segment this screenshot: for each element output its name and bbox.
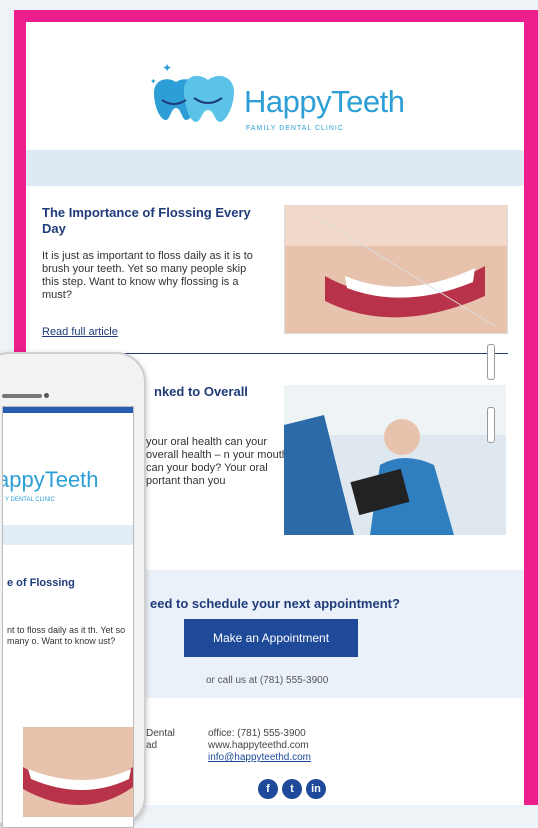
phone-camera [44, 393, 49, 398]
footer-address-line: Dental [146, 728, 175, 739]
phone-smile-image [23, 727, 133, 817]
facebook-icon[interactable]: f [258, 779, 278, 799]
scroll-handle[interactable] [487, 407, 495, 443]
svg-text:✦: ✦ [162, 61, 172, 75]
linkedin-icon[interactable]: in [306, 779, 326, 799]
phone-brand-tagline: Y DENTAL CLINIC [5, 497, 55, 503]
scroll-handle[interactable] [487, 344, 495, 380]
footer-office: office: (781) 555-3900 [208, 728, 306, 739]
article-1-title: The Importance of Flossing Every Day [42, 205, 251, 236]
dentist-patient-image [284, 385, 506, 535]
make-appointment-button[interactable]: Make an Appointment [184, 619, 358, 657]
phone-band [3, 525, 133, 545]
article-1-body: It is just as important to floss daily a… [42, 250, 253, 301]
footer-website: www.happyteethd.com [208, 740, 309, 751]
article-2-body: your oral health can your overall health… [146, 436, 288, 487]
footer-address: Dental ad [146, 728, 175, 752]
cta-title: eed to schedule your next appointment? [150, 596, 400, 611]
svg-text:✦: ✦ [150, 77, 157, 86]
tooth-logo-icon: ✦ ✦ [150, 61, 234, 122]
phone-article-body: nt to floss daily as it th. Yet so many … [7, 625, 126, 646]
cta-call-text: or call us at (781) 555-3900 [206, 675, 329, 686]
read-full-article-link[interactable]: Read full article [42, 326, 118, 338]
article-2-title: nked to Overall [154, 384, 248, 399]
phone-mockup: appyTeeth Y DENTAL CLINIC e of Flossing … [0, 352, 146, 828]
phone-article-title: e of Flossing [7, 577, 75, 589]
footer-contact: office: (781) 555-3900 www.happyteethd.c… [208, 728, 311, 764]
brand-name: HappyTeeth [244, 84, 405, 119]
brand-tagline: FAMILY DENTAL CLINIC [246, 125, 344, 132]
phone-screen: appyTeeth Y DENTAL CLINIC e of Flossing … [2, 406, 134, 828]
flossing-smile-image [284, 205, 508, 334]
header-band [26, 150, 524, 186]
social-icons: f t in [258, 779, 326, 799]
footer-address-line: ad [146, 740, 158, 751]
footer-email-link[interactable]: info@happyteethd.com [208, 752, 311, 763]
phone-top-bar [3, 407, 133, 413]
phone-brand-name: appyTeeth [2, 467, 99, 492]
phone-speaker [2, 394, 42, 398]
twitter-icon[interactable]: t [282, 779, 302, 799]
logo-header: ✦ ✦ HappyTeeth FAMILY DENTAL CLINIC [26, 38, 524, 148]
